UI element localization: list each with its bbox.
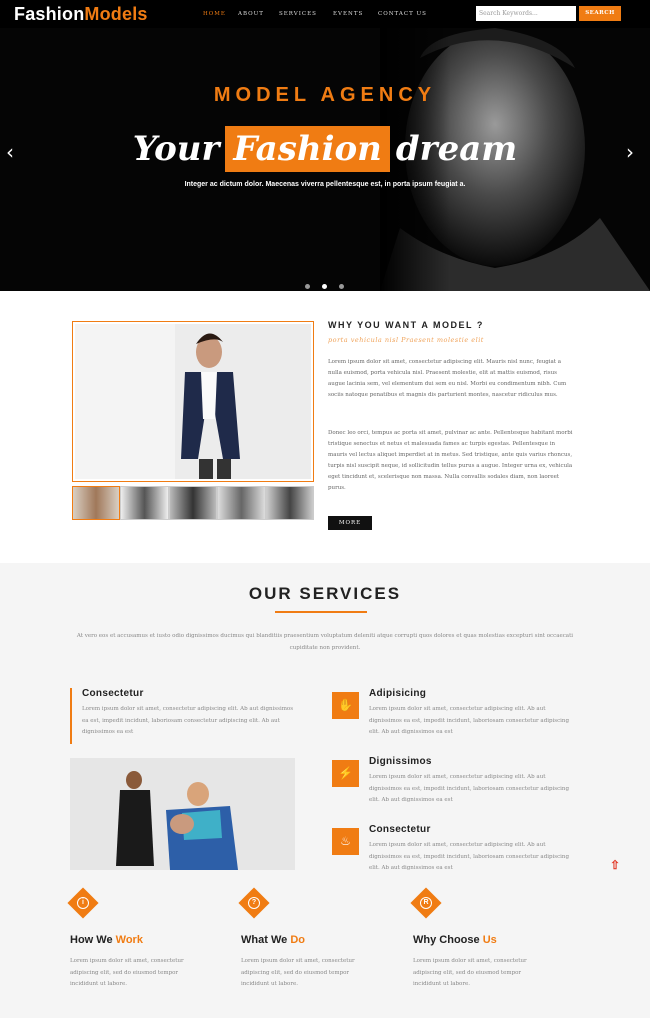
- search-input[interactable]: Search Keywords...: [476, 6, 576, 21]
- thumbnail-2[interactable]: [120, 486, 169, 520]
- search-button[interactable]: SEARCH: [579, 6, 621, 21]
- nav-events[interactable]: EVENTS: [333, 11, 363, 17]
- service-item-text: Lorem ipsum dolor sit amet, consectetur …: [369, 774, 569, 803]
- slider-dot-3[interactable]: [339, 284, 344, 289]
- service-left-item: Consectetur Lorem ipsum dolor sit amet, …: [70, 688, 300, 744]
- services-title: OUR SERVICES: [248, 584, 402, 603]
- nav-about[interactable]: ABOUT: [238, 11, 264, 17]
- feature-title-accent: Do: [290, 934, 305, 946]
- hero-slider: MODEL AGENCY Your Fashion dream Integer ac…: [0, 28, 650, 291]
- more-button[interactable]: MORE: [328, 516, 372, 530]
- model-main-photo: [72, 321, 314, 482]
- service-left-text: Lorem ipsum dolor sit amet, consectetur …: [82, 706, 294, 735]
- about-subtitle: porta vehicula nisl Praesent molestie el…: [328, 336, 484, 344]
- photo-thumbnails: [72, 486, 315, 520]
- about-paragraph-1: Lorem ipsum dolor sit amet, consectetur …: [328, 359, 567, 398]
- thumbnail-3[interactable]: [168, 486, 218, 520]
- hero-title-right: dream: [395, 129, 518, 169]
- about-paragraph-2: Donec leo orci, tempus ac porta sit amet…: [328, 430, 573, 491]
- chevron-left-icon[interactable]: ‹: [6, 140, 14, 164]
- top-navbar: FashionModels HOME ABOUT SERVICES EVENTS…: [0, 0, 650, 28]
- services-photo-image: [70, 758, 295, 870]
- bolt-icon: ⚡: [332, 760, 359, 787]
- thumbnail-4[interactable]: [217, 486, 266, 520]
- info-glyph: i: [77, 897, 89, 909]
- arrow-up-icon[interactable]: ⇧: [609, 858, 621, 872]
- question-glyph: ?: [248, 897, 260, 909]
- service-left-title: Consectetur: [82, 688, 144, 699]
- service-item-text: Lorem ipsum dolor sit amet, consectetur …: [369, 706, 569, 735]
- service-item-title: Consectetur: [369, 824, 431, 835]
- hero-subtitle: Integer ac dictum dolor. Maecenas viverr…: [184, 181, 466, 188]
- services-photo: [70, 758, 295, 870]
- fire-icon: ♨: [332, 828, 359, 855]
- feature-title-plain: How We: [70, 934, 113, 946]
- slider-dot-2[interactable]: [322, 284, 327, 289]
- nav-home[interactable]: HOME: [203, 11, 226, 17]
- service-item-title: Dignissimos: [369, 756, 432, 767]
- model-photo-image: [75, 324, 311, 479]
- hero-title-highlight: Fashion: [225, 126, 390, 172]
- feature-title-accent: Work: [115, 934, 143, 946]
- brand-part1: Fashion: [14, 4, 85, 24]
- question-icon: ?: [238, 887, 270, 919]
- hero-title-left: Your: [132, 129, 220, 169]
- hero-kicker: MODEL AGENCY: [213, 84, 437, 106]
- nav-contact[interactable]: CONTACT US: [378, 11, 427, 17]
- feature-text: Lorem ipsum dolor sit amet, consectetur …: [70, 958, 184, 987]
- feature-title-plain: Why Choose: [413, 934, 480, 946]
- brand-logo[interactable]: FashionModels: [14, 4, 148, 25]
- feature-title: What We Do: [241, 934, 305, 946]
- about-section: WHY YOU WANT A MODEL ? porta vehicula ni…: [0, 291, 650, 563]
- service-item-title: Adipisicing: [369, 688, 427, 699]
- registered-glyph: R: [420, 897, 432, 909]
- slider-dot-1[interactable]: [305, 284, 310, 289]
- hero-title: Your Fashion dream: [0, 126, 650, 172]
- feature-title-plain: What We: [241, 934, 288, 946]
- services-title-underline: [275, 611, 367, 613]
- thumbnail-5[interactable]: [265, 486, 315, 520]
- thumbs-up-icon: ✋: [332, 692, 359, 719]
- registered-icon: R: [410, 887, 442, 919]
- feature-title-accent: Us: [482, 934, 497, 946]
- nav-services[interactable]: SERVICES: [279, 11, 317, 17]
- feature-text: Lorem ipsum dolor sit amet, consectetur …: [241, 958, 355, 987]
- feature-title: How We Work: [70, 934, 143, 946]
- info-icon: i: [67, 887, 99, 919]
- feature-title: Why Choose Us: [413, 934, 497, 946]
- brand-part2: Models: [84, 4, 148, 24]
- chevron-right-icon[interactable]: ›: [626, 140, 634, 164]
- service-item-text: Lorem ipsum dolor sit amet, consectetur …: [369, 842, 569, 871]
- thumbnail-1[interactable]: [72, 486, 121, 520]
- feature-text: Lorem ipsum dolor sit amet, consectetur …: [413, 958, 527, 987]
- about-title: WHY YOU WANT A MODEL ?: [328, 320, 484, 330]
- services-intro: At vero eos et accusamus et iusto odio d…: [76, 633, 574, 651]
